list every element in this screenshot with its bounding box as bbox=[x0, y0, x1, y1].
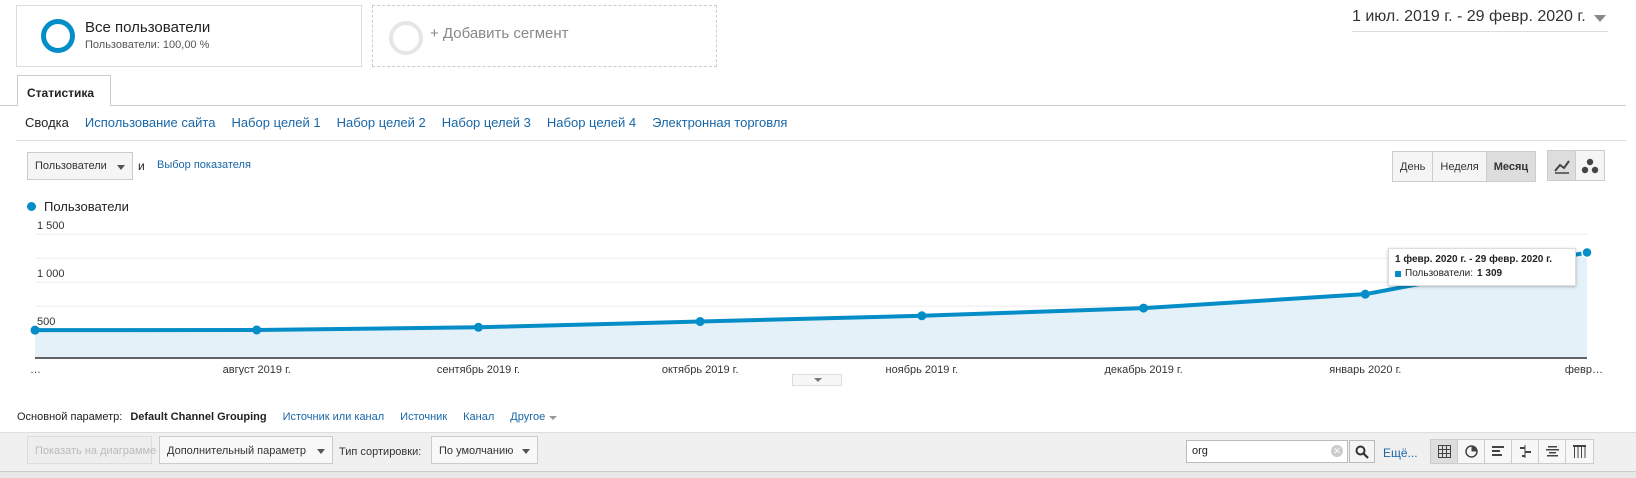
subnav-goal-set-1[interactable]: Набор целей 1 bbox=[231, 115, 320, 130]
x-tick-label: август 2019 г. bbox=[223, 364, 291, 375]
table-view-toggle bbox=[1430, 439, 1594, 464]
subnav-ecommerce[interactable]: Электронная торговля bbox=[652, 115, 787, 130]
sort-type-label: Тип сортировки: bbox=[339, 446, 422, 458]
table-view-data-button[interactable] bbox=[1431, 440, 1458, 463]
search-icon bbox=[1355, 445, 1369, 459]
dimension-other-dropdown[interactable]: Другое bbox=[510, 411, 558, 423]
subnav-goal-set-4[interactable]: Набор целей 4 bbox=[547, 115, 636, 130]
data-point bbox=[695, 317, 705, 327]
chart-type-toggle bbox=[1547, 150, 1605, 181]
x-tick-label: октябрь 2019 г. bbox=[662, 364, 739, 375]
table-search-input[interactable]: org bbox=[1186, 440, 1348, 463]
data-point bbox=[1139, 303, 1149, 313]
report-subnav: Сводка Использование сайта Набор целей 1… bbox=[25, 115, 787, 130]
data-point bbox=[1360, 289, 1370, 299]
period-week-button[interactable]: Неделя bbox=[1433, 152, 1487, 181]
bubble-chart-icon bbox=[1581, 158, 1599, 173]
table-view-comparison-button[interactable] bbox=[1512, 440, 1539, 463]
tooltip-value: 1 309 bbox=[1477, 268, 1503, 279]
legend-label: Пользователи bbox=[44, 199, 129, 214]
subnav-divider bbox=[16, 140, 1626, 141]
x-tick-label: сентябрь 2019 г. bbox=[437, 364, 520, 375]
x-tick-label: … bbox=[30, 364, 41, 375]
dimension-medium[interactable]: Канал bbox=[463, 411, 494, 423]
data-point bbox=[252, 325, 262, 335]
subnav-goal-set-2[interactable]: Набор целей 2 bbox=[337, 115, 426, 130]
pie-chart-icon bbox=[1464, 445, 1478, 458]
segment-subtitle: Пользователи: 100,00 % bbox=[85, 39, 210, 51]
caret-down-icon bbox=[317, 449, 325, 454]
x-tick-label: февр… bbox=[1565, 364, 1603, 375]
tooltip-title: 1 февр. 2020 г. - 29 февр. 2020 г. bbox=[1395, 254, 1553, 265]
segment-ring-icon bbox=[41, 19, 75, 53]
line-chart-icon bbox=[1553, 159, 1570, 174]
secondary-dimension-select[interactable]: Дополнительный параметр bbox=[159, 436, 333, 464]
term-cloud-icon bbox=[1545, 446, 1559, 457]
and-label: и bbox=[138, 159, 145, 173]
comparison-icon bbox=[1519, 445, 1531, 458]
sort-type-select[interactable]: По умолчанию bbox=[431, 436, 538, 464]
motion-chart-button[interactable] bbox=[1576, 151, 1604, 180]
dimension-source-medium[interactable]: Источник или канал bbox=[283, 411, 385, 423]
empty-segment-ring-icon bbox=[389, 21, 423, 55]
y-tick-label: 1 500 bbox=[37, 220, 65, 232]
add-segment-label: + Добавить сегмент bbox=[430, 25, 569, 42]
table-view-term-cloud-button[interactable] bbox=[1539, 440, 1566, 463]
x-tick-label: ноябрь 2019 г. bbox=[886, 364, 959, 375]
tab-statistics[interactable]: Статистика bbox=[17, 75, 111, 106]
chart-legend: Пользователи bbox=[27, 199, 129, 214]
chart-collapse-handle[interactable] bbox=[792, 374, 842, 386]
data-point bbox=[1581, 246, 1593, 259]
chevron-down-icon bbox=[1594, 15, 1606, 22]
legend-dot bbox=[27, 202, 36, 211]
table-view-performance-button[interactable] bbox=[1485, 440, 1512, 463]
caret-down-icon bbox=[117, 165, 125, 170]
date-range-label: 1 июл. 2019 г. - 29 февр. 2020 г. bbox=[1352, 8, 1586, 25]
dimension-current: Default Channel Grouping bbox=[130, 411, 267, 423]
grid-icon bbox=[1437, 445, 1451, 458]
subnav-site-usage[interactable]: Использование сайта bbox=[85, 115, 216, 130]
series-area bbox=[35, 252, 1587, 358]
table-view-pivot-button[interactable] bbox=[1566, 440, 1593, 463]
period-day-button[interactable]: День bbox=[1393, 152, 1434, 181]
data-point bbox=[473, 322, 483, 332]
sort-type-value: По умолчанию bbox=[439, 445, 514, 457]
metric-select-value: Пользователи bbox=[35, 160, 107, 172]
secondary-dimension-label: Дополнительный параметр bbox=[167, 445, 306, 457]
pick-metric-link[interactable]: Выбор показателя bbox=[157, 159, 251, 171]
table-view-pie-button[interactable] bbox=[1458, 440, 1485, 463]
pivot-icon bbox=[1573, 445, 1586, 458]
metric-select[interactable]: Пользователи bbox=[27, 152, 133, 180]
period-toggle: День Неделя Месяц bbox=[1392, 151, 1537, 182]
dimension-source[interactable]: Источник bbox=[400, 411, 447, 423]
add-segment-button[interactable]: + Добавить сегмент bbox=[372, 5, 717, 67]
caret-down-icon bbox=[522, 449, 530, 454]
tabs-divider bbox=[0, 105, 1626, 106]
primary-dimension-bar: Основной параметр: Default Channel Group… bbox=[17, 411, 558, 423]
bar-chart-icon bbox=[1491, 446, 1504, 456]
subnav-summary[interactable]: Сводка bbox=[25, 115, 69, 130]
x-tick-label: январь 2020 г. bbox=[1329, 364, 1401, 375]
plot-rows-button[interactable]: Показать на диаграмме bbox=[27, 436, 156, 464]
subnav-goal-set-3[interactable]: Набор целей 3 bbox=[442, 115, 531, 130]
date-range-picker[interactable]: 1 июл. 2019 г. - 29 февр. 2020 г. bbox=[1352, 8, 1608, 32]
data-point bbox=[917, 311, 927, 321]
y-tick-label: 1 000 bbox=[37, 268, 65, 280]
users-line-chart: 500 1 000 1 500 … август 2019 г. сентябрь 201… bbox=[30, 220, 1603, 375]
tooltip-swatch bbox=[1395, 270, 1401, 277]
period-month-button[interactable]: Месяц bbox=[1486, 152, 1536, 181]
search-button[interactable] bbox=[1349, 440, 1375, 463]
advanced-filter-link[interactable]: Ещё... bbox=[1383, 446, 1418, 460]
chart-tooltip: 1 февр. 2020 г. - 29 февр. 2020 г. Польз… bbox=[1388, 248, 1576, 286]
tooltip-label: Пользователи: bbox=[1405, 268, 1474, 279]
segment-title: Все пользователи bbox=[85, 19, 211, 36]
tooltip-row: Пользователи: 1 309 bbox=[1395, 268, 1569, 279]
table-header bbox=[0, 471, 1636, 478]
line-chart-button[interactable] bbox=[1548, 151, 1576, 180]
primary-dimension-label: Основной параметр: bbox=[17, 411, 123, 423]
y-tick-label: 500 bbox=[37, 316, 55, 328]
x-tick-label: декабрь 2019 г. bbox=[1104, 364, 1182, 375]
clear-search-icon[interactable]: ✕ bbox=[1331, 445, 1343, 457]
segment-all-users[interactable]: Все пользователи Пользователи: 100,00 % bbox=[16, 5, 362, 67]
